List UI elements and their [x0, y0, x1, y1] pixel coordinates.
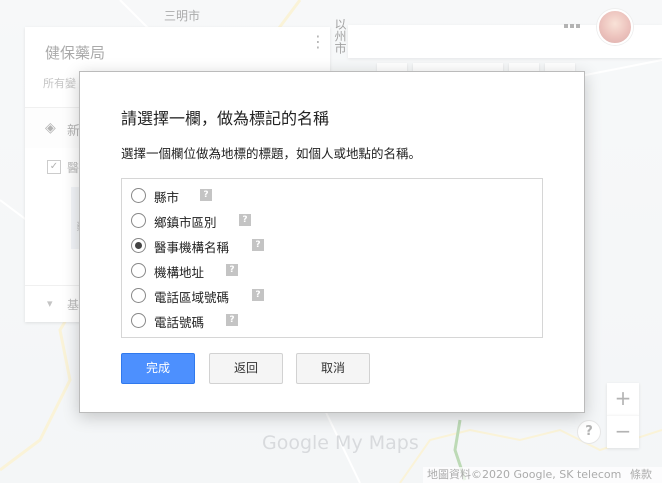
dialog-title: 請選擇一欄，做為標記的名稱 — [121, 109, 330, 128]
radio-button-selected[interactable] — [131, 238, 146, 253]
column-options-list: 縣市 ? 鄉鎮市區別 ? 醫事機構名稱 ? 機構地址 ? 電話區域號碼 ? 電話… — [121, 178, 543, 338]
radio-button[interactable] — [131, 188, 146, 203]
help-icon[interactable]: ? — [252, 239, 264, 251]
done-button[interactable]: 完成 — [121, 353, 195, 384]
radio-button[interactable] — [131, 213, 146, 228]
dialog-description: 選擇一個欄位做為地標的標題，如個人或地點的名稱。 — [121, 146, 422, 161]
help-icon[interactable]: ? — [239, 214, 251, 226]
radio-button[interactable] — [131, 288, 146, 303]
radio-button[interactable] — [131, 313, 146, 328]
column-option-label: 電話號碼 — [154, 315, 205, 330]
column-option-label: 醫事機構名稱 — [154, 240, 230, 255]
column-option-label: 鄉鎮市區別 — [154, 215, 217, 230]
choose-title-column-dialog: 請選擇一欄，做為標記的名稱 選擇一個欄位做為地標的標題，如個人或地點的名稱。 縣… — [79, 71, 585, 413]
column-option-label: 電話區域號碼 — [154, 290, 230, 305]
column-option-label: 機構地址 — [154, 265, 205, 280]
help-icon[interactable]: ? — [252, 289, 264, 301]
help-icon[interactable]: ? — [200, 189, 212, 201]
column-option-label: 縣市 — [154, 190, 180, 205]
help-icon[interactable]: ? — [226, 264, 238, 276]
cancel-button[interactable]: 取消 — [296, 353, 370, 384]
help-icon[interactable]: ? — [226, 314, 238, 326]
back-button[interactable]: 返回 — [209, 353, 283, 384]
radio-button[interactable] — [131, 263, 146, 278]
